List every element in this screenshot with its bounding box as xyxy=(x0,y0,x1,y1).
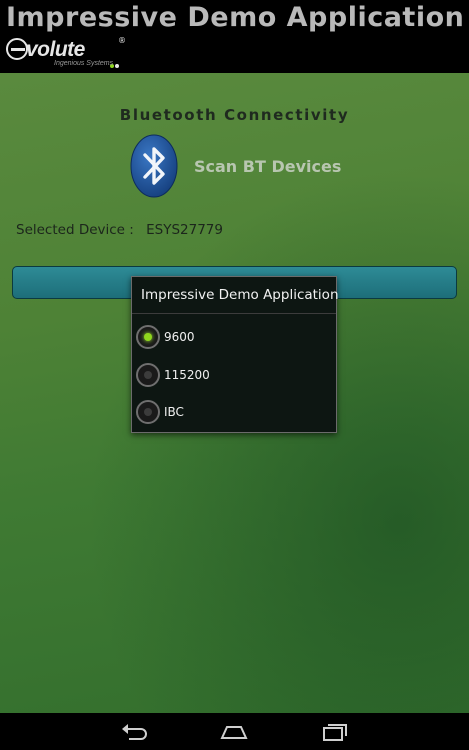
back-icon[interactable] xyxy=(119,721,149,743)
dialog-divider xyxy=(132,313,336,314)
dialog-title: Impressive Demo Application xyxy=(141,287,339,303)
radio-button[interactable] xyxy=(136,325,160,349)
selected-device-label: Selected Device : xyxy=(16,222,134,238)
bluetooth-icon[interactable] xyxy=(130,134,178,198)
selected-device-value: ESYS27779 xyxy=(146,222,223,238)
baud-rate-dialog: Impressive Demo Application 9600 115200 … xyxy=(131,276,339,433)
logo-e-mark xyxy=(6,38,28,60)
app-header: Impressive Demo Application volute ® Ing… xyxy=(0,0,469,73)
section-title: Bluetooth Connectivity xyxy=(119,106,350,124)
option-ibc[interactable]: IBC xyxy=(136,398,332,428)
logo-tagline: Ingenious Systems xyxy=(54,60,114,67)
radio-button[interactable] xyxy=(136,363,160,387)
option-9600[interactable]: 9600 xyxy=(136,323,332,353)
option-label: IBC xyxy=(164,405,184,419)
recent-apps-icon[interactable] xyxy=(320,721,350,743)
app-title: Impressive Demo Application xyxy=(6,2,465,33)
evolute-logo: volute ® Ingenious Systems xyxy=(6,36,136,70)
option-115200[interactable]: 115200 xyxy=(136,361,332,391)
logo-registered-mark: ® xyxy=(118,36,126,45)
selected-device-row: Selected Device : ESYS27779 xyxy=(16,222,223,238)
option-label: 115200 xyxy=(164,368,210,382)
home-icon[interactable] xyxy=(219,721,249,743)
logo-word: volute xyxy=(26,38,85,61)
scan-bt-devices-button[interactable]: Scan BT Devices xyxy=(194,157,341,176)
system-nav-bar xyxy=(0,713,469,750)
radio-button[interactable] xyxy=(136,400,160,424)
option-label: 9600 xyxy=(164,330,195,344)
